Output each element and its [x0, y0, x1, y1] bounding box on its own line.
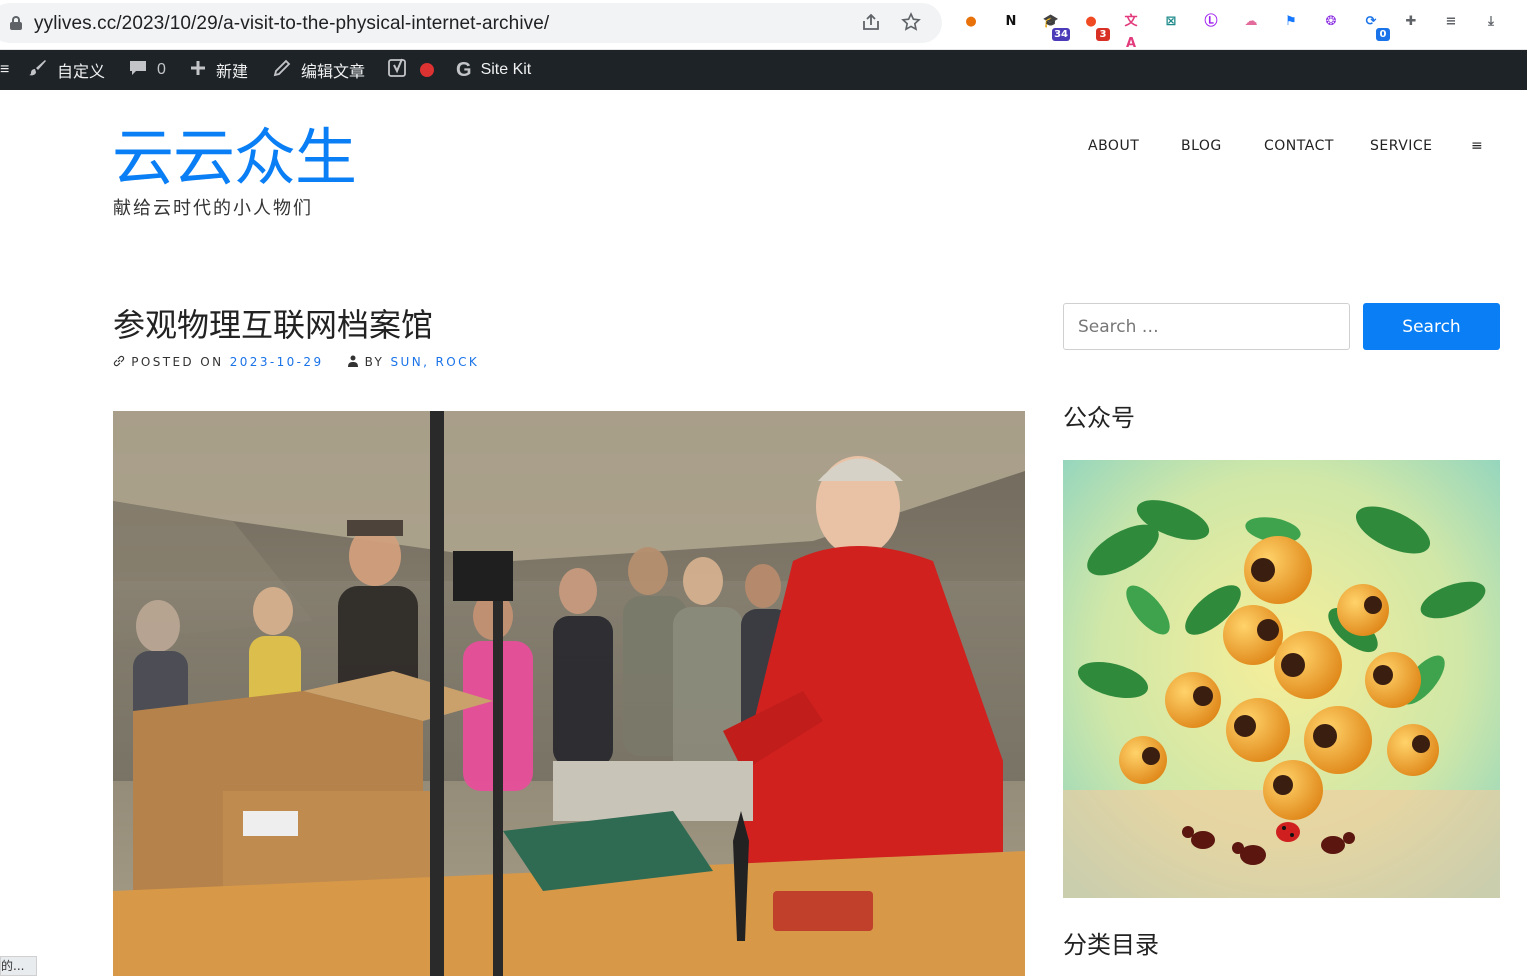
nav-about[interactable]: ABOUT — [1088, 138, 1139, 154]
browser-toolbar: yylives.cc/2023/10/29/a-visit-to-the-phy… — [0, 0, 1527, 51]
seo-status-dot — [420, 63, 434, 77]
nav-more-menu-icon[interactable]: ≡ — [1471, 138, 1483, 154]
grid-ext-icon[interactable]: ⊠ — [1160, 11, 1182, 33]
post-author-link[interactable]: SUN, ROCK — [391, 355, 480, 369]
nav-blog[interactable]: BLOG — [1181, 138, 1222, 154]
admin-menu-icon[interactable]: ≡ — [0, 50, 9, 90]
menu-glyph: ≡ — [0, 61, 10, 78]
posted-on-label: POSTED ON — [131, 355, 224, 369]
sync-ext-icon[interactable]: ⟳ 0 — [1360, 11, 1390, 41]
site-title[interactable]: 云云众生 — [112, 118, 357, 198]
site-kit-label: Site Kit — [480, 61, 532, 78]
pencil-icon — [272, 58, 292, 83]
widget-title-categories: 分类目录 — [1063, 931, 1159, 959]
openai-ext-icon[interactable]: ❂ — [1320, 11, 1342, 33]
lr-ext-icon[interactable]: Ⓛ — [1200, 11, 1222, 33]
site-kit-link[interactable]: G Site Kit — [456, 50, 531, 90]
user-icon — [348, 355, 364, 369]
link-icon — [113, 355, 131, 369]
comments-link[interactable]: 0 — [128, 50, 166, 90]
post-meta: POSTED ON 2023-10-29 BY SUN, ROCK — [113, 355, 479, 369]
playlist-icon[interactable]: ≡ — [1440, 11, 1462, 33]
lock-icon[interactable] — [10, 16, 22, 30]
wechat-qr-illustration-image — [1063, 460, 1500, 898]
customize-link[interactable]: 自定义 — [28, 50, 105, 90]
site-description: 献给云时代的小人物们 — [113, 198, 313, 219]
search-button[interactable]: Search — [1363, 303, 1500, 350]
comment-icon — [128, 58, 148, 83]
extension-badge: 3 — [1096, 28, 1110, 41]
notion-ext-icon[interactable]: N — [1000, 11, 1022, 33]
customize-label: 自定义 — [57, 64, 106, 81]
share-icon[interactable] — [860, 12, 882, 34]
bookmark-star-icon[interactable] — [900, 12, 922, 34]
yoast-seo-link[interactable] — [387, 50, 434, 90]
new-content-link[interactable]: 新建 — [189, 50, 248, 90]
new-label: 新建 — [216, 64, 249, 81]
extension-badge: 34 — [1052, 28, 1070, 41]
featured-image — [113, 411, 1025, 976]
address-bar[interactable]: yylives.cc/2023/10/29/a-visit-to-the-phy… — [0, 3, 942, 43]
status-tooltip: 的... — [0, 956, 37, 976]
circle-ext-icon[interactable]: ● — [960, 11, 982, 33]
graduation-ext-icon[interactable]: 🎓 34 — [1040, 11, 1070, 41]
bubbles-ext-icon[interactable]: ● 3 — [1080, 11, 1110, 41]
puzzle-ext-icon[interactable]: ✚ — [1400, 11, 1422, 33]
by-label: BY — [364, 355, 385, 369]
nav-service[interactable]: SERVICE — [1370, 138, 1433, 154]
cloud-ext-icon[interactable]: ☁ — [1240, 11, 1262, 33]
widget-title-wechat: 公众号 — [1063, 404, 1135, 432]
search-input[interactable] — [1063, 303, 1350, 350]
yoast-icon — [387, 57, 409, 84]
google-g-icon: G — [456, 58, 472, 81]
plus-icon — [189, 59, 207, 82]
url-text[interactable]: yylives.cc/2023/10/29/a-visit-to-the-phy… — [34, 13, 549, 35]
flag-ext-icon[interactable]: ⚑ — [1280, 11, 1302, 33]
post-date-link[interactable]: 2023-10-29 — [230, 355, 324, 369]
extension-badge: 0 — [1376, 28, 1390, 41]
paintbrush-icon — [28, 58, 48, 83]
edit-post-link[interactable]: 编辑文章 — [272, 50, 365, 90]
wp-admin-bar: ≡ 自定义 0 新建 编辑文章 G Site Kit — [0, 50, 1527, 90]
translate-ext-icon[interactable]: 文A — [1120, 11, 1142, 51]
edit-label: 编辑文章 — [301, 64, 366, 81]
comments-count: 0 — [157, 61, 166, 78]
post-title: 参观物理互联网档案馆 — [113, 306, 434, 344]
download-icon[interactable]: ⤓ — [1480, 11, 1502, 33]
nav-contact[interactable]: CONTACT — [1264, 138, 1334, 154]
